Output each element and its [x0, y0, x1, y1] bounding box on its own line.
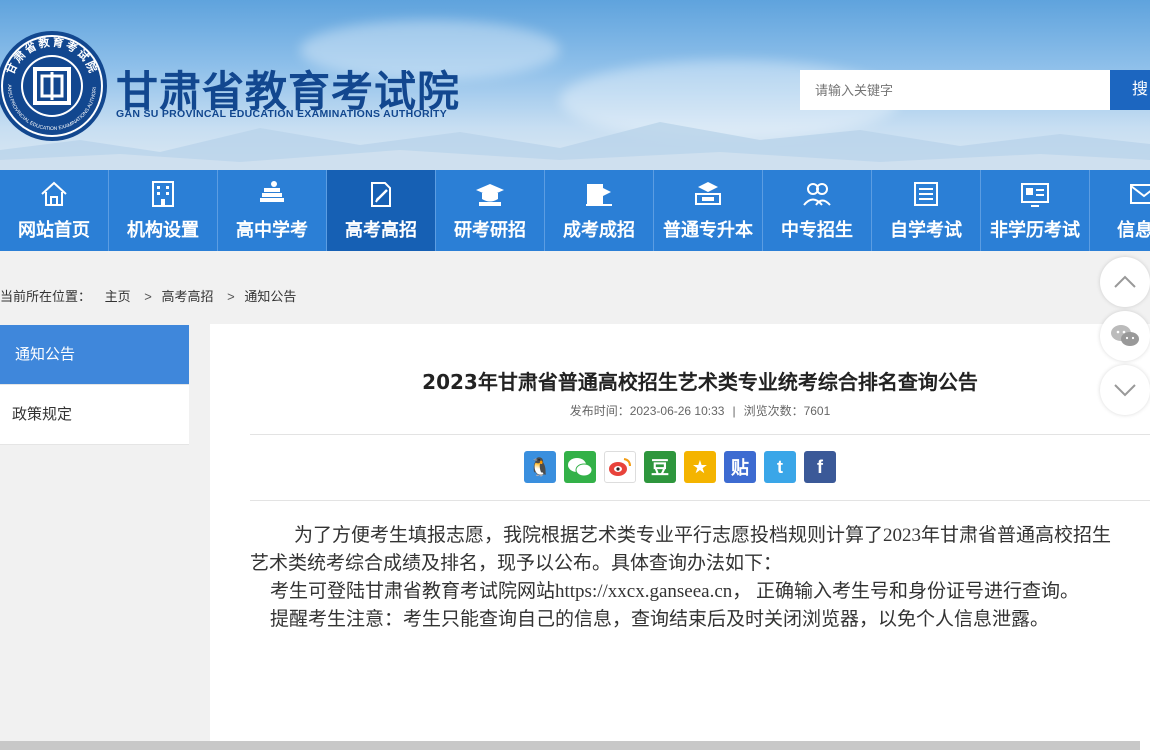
search-button[interactable]: 搜: [1110, 70, 1150, 110]
home-icon: [41, 181, 67, 206]
nav-item-1[interactable]: 机构设置: [109, 170, 218, 251]
nav-item-6[interactable]: 普通专升本: [654, 170, 763, 251]
view-count: 浏览次数：7601: [743, 404, 831, 418]
nav-item-7[interactable]: 中专招生: [763, 170, 872, 251]
qq-icon[interactable]: 🐧: [524, 451, 556, 483]
nav-item-label: 自学考试: [890, 220, 962, 241]
nav-item-label: 成考成招: [563, 220, 635, 241]
wechat-icon[interactable]: [564, 451, 596, 483]
breadcrumb-current[interactable]: 通知公告: [244, 289, 296, 304]
books-icon: [260, 181, 284, 202]
tieba-icon[interactable]: 贴: [724, 451, 756, 483]
paragraph: 艺术类统考综合成绩及排名，现予以公布。具体查询办法如下：: [250, 553, 783, 574]
book-flag-icon: [586, 184, 612, 206]
douban-icon[interactable]: 豆: [644, 451, 676, 483]
facebook-icon[interactable]: f: [804, 451, 836, 483]
breadcrumb-category-link[interactable]: 高考高招: [162, 289, 214, 304]
scroll-top-button[interactable]: [1100, 257, 1150, 307]
site-header: 甘肃省教育考试院 GANSU PROVINCIAL EDUCATION EXAM…: [0, 0, 1150, 170]
nav-item-label: 中专招生: [781, 220, 853, 241]
wechat-float-button[interactable]: [1100, 311, 1150, 361]
cap-desk-icon: [695, 182, 721, 205]
nav-item-5[interactable]: 成考成招: [545, 170, 654, 251]
nav-item-8[interactable]: 自学考试: [872, 170, 981, 251]
nav-item-label: 高考高招: [345, 220, 417, 241]
nav-item-2[interactable]: 高中学考: [218, 170, 327, 251]
breadcrumb-separator: >: [144, 289, 152, 304]
logo-seal-icon: 甘肃省教育考试院 GANSU PROVINCIAL EDUCATION EXAM…: [0, 28, 107, 141]
nav-item-label: 网站首页: [18, 220, 90, 241]
paragraph: 考生可登陆甘肃省教育考试院网站https://xxcx.ganseea.cn， …: [270, 581, 1080, 602]
share-bar: 🐧 豆 ★ 贴 t f: [524, 451, 836, 483]
article-body: 为了方便考生填报志愿，我院根据艺术类专业平行志愿投档规则计算了2023年甘肃省普…: [250, 522, 1150, 634]
divider: [250, 434, 1150, 435]
nav-item-label: 信息公: [1117, 220, 1150, 241]
list-icon: [914, 182, 938, 206]
sidebar: 通知公告 政策规定: [0, 325, 189, 445]
search-input[interactable]: [800, 70, 1110, 110]
twitter-icon[interactable]: t: [764, 451, 796, 483]
publish-time: 发布时间：2023-06-26 10:33: [569, 404, 725, 418]
site-subtitle: GAN SU PROVINCAL EDUCATION EXAMINATIONS …: [116, 108, 448, 120]
building-icon: [152, 181, 174, 207]
weibo-icon[interactable]: [604, 451, 636, 483]
breadcrumb-home-link[interactable]: 主页: [105, 289, 131, 304]
paragraph: 提醒考生注意：考生只能查询自己的信息，查询结束后及时关闭浏览器，以免个人信息泄露…: [270, 609, 1050, 630]
pen-paper-icon: [371, 182, 391, 207]
nav-item-10[interactable]: 信息公: [1090, 170, 1150, 251]
chevron-up-icon: [1114, 275, 1136, 288]
paragraph: 为了方便考生填报志愿，我院根据艺术类专业平行志愿投档规则计算了2023年甘肃省普…: [294, 525, 1112, 546]
nav-item-label: 研考研招: [454, 220, 526, 241]
meta-divider: |: [732, 404, 736, 418]
nav-item-4[interactable]: 研考研招: [436, 170, 545, 251]
nav-item-label: 非学历考试: [990, 220, 1080, 241]
sidebar-item-notices[interactable]: 通知公告: [0, 325, 189, 385]
users-icon: [803, 183, 831, 206]
sidebar-item-policies[interactable]: 政策规定: [0, 385, 189, 445]
nav-item-label: 机构设置: [127, 220, 199, 241]
nav-item-label: 高中学考: [236, 220, 308, 241]
horizontal-scrollbar[interactable]: [0, 741, 1140, 750]
wechat-icon: [1111, 325, 1139, 346]
nav-item-0[interactable]: 网站首页: [0, 170, 109, 251]
nav-item-3[interactable]: 高考高招: [327, 170, 436, 251]
breadcrumb: 您当前所在位置： 主页 > 高考高招 > 通知公告: [0, 286, 300, 305]
qzone-icon[interactable]: ★: [684, 451, 716, 483]
breadcrumb-separator: >: [227, 289, 235, 304]
graduation-cap-icon: [476, 184, 504, 206]
id-card-icon: [1021, 183, 1049, 207]
article-panel: 2023年甘肃省普通高校招生艺术类专业统考综合排名查询公告 发布时间：2023-…: [210, 324, 1150, 750]
article-title: 2023年甘肃省普通高校招生艺术类专业统考综合排名查询公告: [422, 370, 978, 394]
mail-icon: [1130, 184, 1150, 204]
article-meta: 发布时间：2023-06-26 10:33 | 浏览次数：7601: [210, 402, 1150, 419]
nav-item-label: 普通专升本: [663, 220, 753, 241]
nav-item-9[interactable]: 非学历考试: [981, 170, 1090, 251]
chevron-down-icon: [1114, 384, 1136, 397]
breadcrumb-prefix: 您当前所在位置：: [0, 289, 92, 304]
scroll-down-button[interactable]: [1100, 365, 1150, 415]
divider: [250, 500, 1150, 501]
main-nav: 网站首页 机构设置 高中学考 高考高招 研考研招 成考成招 普通专升本 中专招生 自学考试 非学历…: [0, 170, 1150, 251]
